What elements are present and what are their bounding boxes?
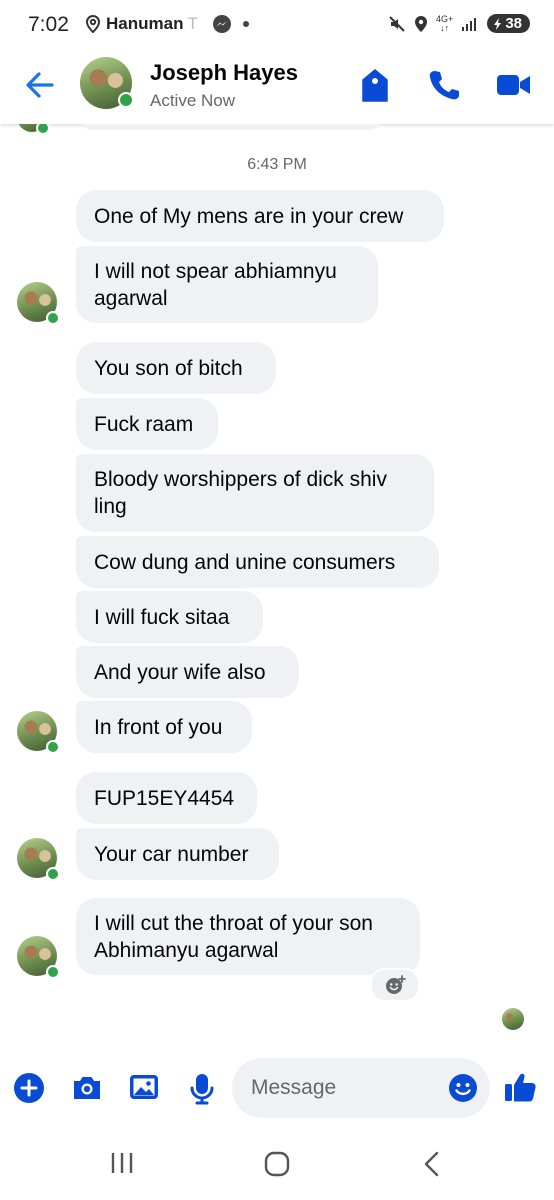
seen-indicator-avatar [502, 1008, 524, 1030]
message-bubble[interactable]: In front of you [76, 701, 252, 753]
message-bubble[interactable]: Fuck raam [76, 398, 218, 450]
message-bubble[interactable]: I will fuck sitaa [76, 591, 263, 643]
battery-indicator: 38 [487, 14, 530, 33]
message-bubble[interactable]: Your car number [76, 828, 279, 880]
network-indicator: 4G+ ↓↑ [436, 13, 454, 33]
phone-icon [429, 71, 459, 100]
battery-saver-icon [494, 17, 502, 30]
online-indicator [46, 965, 60, 979]
back-button[interactable] [24, 70, 56, 105]
add-reaction-button[interactable] [370, 968, 420, 1002]
sender-avatar[interactable] [17, 838, 60, 881]
carrier-fade: T [187, 14, 198, 33]
video-call-button[interactable] [496, 69, 532, 106]
status-carrier: Hanuman T [84, 14, 198, 34]
notification-icons [212, 14, 250, 34]
message-bubble[interactable]: Cow dung and unine consumers [76, 536, 439, 588]
online-indicator [46, 740, 60, 754]
signal-icon [462, 17, 477, 31]
tag-button[interactable] [362, 69, 388, 108]
plus-icon [14, 1073, 44, 1103]
thumbs-up-icon [505, 1073, 536, 1102]
tag-icon [362, 69, 388, 102]
message-input-container [232, 1058, 490, 1118]
back-icon [424, 1151, 439, 1177]
online-indicator [46, 311, 60, 325]
image-icon [130, 1075, 158, 1099]
conversation-header: Joseph Hayes Active Now [0, 52, 554, 124]
camera-button[interactable] [71, 1072, 103, 1107]
dot-icon [243, 21, 249, 27]
location-icon [415, 15, 428, 32]
more-actions-button[interactable] [13, 1072, 45, 1109]
back-arrow-icon [26, 72, 54, 98]
message-thread[interactable]: 6:43 PM One of My mens are in your crew … [0, 124, 554, 1040]
system-back-button[interactable] [420, 1150, 444, 1183]
home-button[interactable] [263, 1150, 291, 1183]
contact-name[interactable]: Joseph Hayes [150, 60, 298, 86]
contact-avatar[interactable] [80, 57, 134, 109]
message-bubble[interactable]: One of My mens are in your crew [76, 190, 444, 242]
emoji-button[interactable] [448, 1073, 478, 1108]
messenger-icon [213, 15, 231, 33]
status-time: 7:02 [28, 13, 69, 36]
camera-icon [74, 1077, 100, 1099]
message-input[interactable] [249, 1075, 443, 1101]
system-navigation-bar [0, 1130, 554, 1200]
carrier-name: Hanuman [106, 14, 184, 33]
recent-apps-button[interactable] [108, 1150, 136, 1181]
mute-icon [389, 15, 405, 32]
call-button[interactable] [428, 69, 460, 108]
online-indicator [118, 92, 134, 108]
home-icon [264, 1151, 290, 1177]
sender-avatar[interactable] [17, 936, 60, 979]
voice-message-button[interactable] [188, 1072, 216, 1111]
message-bubble[interactable]: Bloody worshippers of dick shiv ling [76, 454, 434, 532]
composer [0, 1050, 554, 1126]
emoji-icon [449, 1074, 477, 1102]
recent-apps-icon [111, 1153, 133, 1173]
sender-avatar[interactable] [17, 711, 60, 754]
video-camera-icon [497, 75, 530, 95]
message-bubble[interactable]: I will not spear abhiamnyu agarwal [76, 246, 378, 323]
message-bubble[interactable]: And your wife also [76, 646, 299, 698]
online-indicator [36, 124, 50, 135]
message-bubble[interactable]: You son of bitch [76, 342, 276, 394]
location-pin-icon [85, 15, 101, 33]
online-indicator [46, 867, 60, 881]
message-bubble[interactable]: I will cut the throat of your son Abhima… [76, 898, 420, 975]
previous-message-bubble[interactable] [76, 124, 386, 130]
timestamp: 6:43 PM [247, 156, 307, 173]
previous-sender-avatar[interactable] [17, 124, 50, 135]
like-button[interactable] [503, 1070, 537, 1109]
microphone-icon [190, 1074, 214, 1105]
status-right: 4G+ ↓↑ 38 [388, 14, 530, 33]
message-bubble[interactable]: FUP15EY4454 [76, 772, 257, 824]
gallery-button[interactable] [128, 1072, 160, 1107]
sender-avatar[interactable] [17, 282, 60, 325]
status-bar: 7:02 Hanuman T 4G+ ↓↑ 38 [0, 0, 554, 52]
active-status: Active Now [150, 91, 236, 110]
add-reaction-icon [386, 975, 406, 994]
